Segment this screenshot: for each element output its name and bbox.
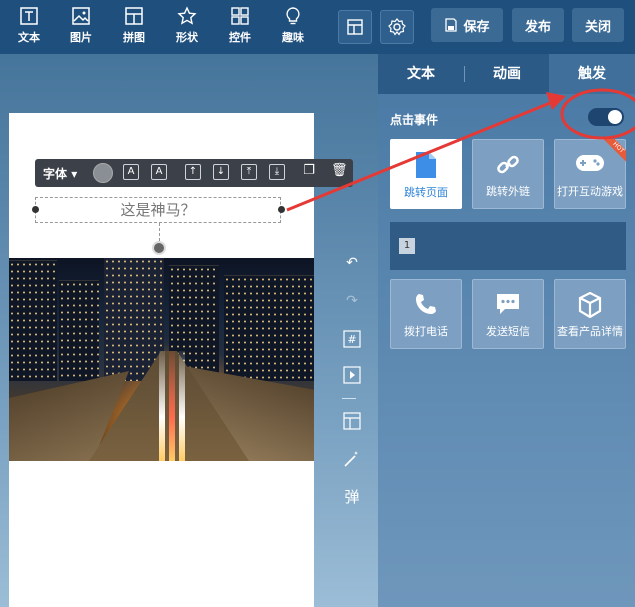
action-open-game[interactable]: HOT 打开互动游戏 [554, 139, 626, 209]
side-divider [342, 398, 356, 399]
action-label: 拨打电话 [404, 325, 448, 338]
undo-icon[interactable]: ↶ [342, 255, 362, 275]
tool-label: 拼图 [123, 31, 145, 44]
magic-wand-icon[interactable] [342, 449, 362, 469]
bulb-icon [286, 7, 300, 25]
action-label: 查看产品详情 [557, 325, 623, 338]
box-icon [578, 292, 602, 318]
page-select-box[interactable]: 1 [390, 222, 626, 270]
svg-text:#: # [347, 333, 356, 346]
action-label: 发送短信 [486, 325, 530, 338]
tab-animation[interactable]: 动画 [465, 54, 549, 94]
action-label: 打开互动游戏 [557, 185, 623, 198]
resize-handle-right[interactable] [278, 206, 285, 213]
tool-image[interactable]: 图片 [60, 4, 102, 50]
action-label: 跳转外链 [486, 185, 530, 198]
publish-label: 发布 [524, 19, 551, 35]
text-icon [20, 7, 38, 25]
align-top-icon[interactable]: ↑ [185, 164, 201, 180]
template-icon[interactable] [342, 412, 362, 432]
rotate-connector [159, 223, 161, 241]
preview-icon[interactable] [342, 366, 362, 386]
tool-text[interactable]: 文本 [8, 4, 50, 50]
font-dropdown[interactable]: 字体 ▾ [43, 165, 77, 182]
align-bottom-icon[interactable]: ↓ [213, 164, 229, 180]
save-button[interactable]: 保存 [431, 8, 503, 42]
close-button[interactable]: 关闭 [572, 8, 624, 42]
tool-widgets[interactable]: 控件 [219, 4, 261, 50]
action-call[interactable]: 拨打电话 [390, 279, 462, 349]
top-toolbar: 文本 图片 拼图 形状 控件 趣味 保存 发布 关闭 [0, 0, 635, 54]
textbox-text: 这是神马？ [120, 201, 196, 219]
trash-icon[interactable]: 🗑 [331, 164, 348, 180]
phone-icon [416, 294, 436, 314]
page-number[interactable]: 1 [399, 238, 415, 254]
page-icon [416, 152, 436, 178]
danmaku-tool[interactable]: 弹 [342, 486, 362, 506]
settings-button[interactable] [380, 10, 414, 44]
selected-textbox[interactable]: 这是神马？ [35, 197, 281, 223]
layout-icon [347, 19, 363, 35]
action-external-link[interactable]: 跳转外链 [472, 139, 544, 209]
font-size-up-button[interactable]: A [151, 164, 167, 180]
text-format-toolbar: 字体 ▾ A A ↑ ↓ ⤒ ⤓ ❐ 🗑 [35, 159, 353, 187]
gear-icon [388, 18, 406, 36]
send-back-icon[interactable]: ⤓ [269, 164, 285, 180]
tab-text[interactable]: 文本 [378, 54, 464, 94]
font-size-down-button[interactable]: A [123, 164, 139, 180]
tool-fun[interactable]: 趣味 [272, 4, 314, 50]
font-color-picker[interactable] [93, 163, 113, 183]
gamepad-icon [576, 155, 604, 171]
tool-label: 趣味 [282, 31, 304, 44]
save-label: 保存 [463, 19, 490, 35]
image-icon [72, 7, 90, 25]
tab-label: 触发 [578, 66, 606, 82]
city-photo[interactable] [9, 258, 314, 461]
tool-collage[interactable]: 拼图 [113, 4, 155, 50]
action-jump-page[interactable]: 跳转页面 [390, 139, 462, 209]
star-icon [177, 6, 197, 25]
font-label: 字体 [43, 167, 68, 181]
action-product-detail[interactable]: 查看产品详情 [554, 279, 626, 349]
sms-icon [497, 294, 519, 314]
layout-button[interactable] [338, 10, 372, 44]
collage-icon [125, 7, 143, 25]
tool-label: 图片 [70, 31, 92, 44]
tool-label: 控件 [229, 31, 251, 44]
redo-icon[interactable]: ↷ [342, 293, 362, 313]
grid-icon[interactable]: # [342, 330, 362, 350]
panel-tabs: 文本 动画 触发 [378, 54, 635, 94]
action-sms[interactable]: 发送短信 [472, 279, 544, 349]
rotate-handle[interactable] [152, 241, 166, 255]
action-label: 跳转页面 [404, 186, 448, 199]
toggle-knob [608, 110, 622, 124]
publish-button[interactable]: 发布 [512, 8, 564, 42]
copy-icon[interactable]: ❐ [301, 164, 317, 180]
tool-label: 形状 [176, 31, 198, 44]
click-event-label: 点击事件 [390, 113, 439, 127]
link-icon [497, 155, 519, 174]
tool-shape[interactable]: 形状 [166, 4, 208, 50]
widgets-icon [231, 7, 249, 25]
tool-label: 文本 [18, 31, 40, 44]
click-event-toggle[interactable] [588, 108, 624, 126]
tab-label: 动画 [493, 66, 521, 82]
tab-trigger[interactable]: 触发 [549, 54, 635, 94]
danmaku-label: 弹 [344, 488, 360, 506]
bring-front-icon[interactable]: ⤒ [241, 164, 257, 180]
save-icon [445, 18, 458, 32]
resize-handle-left[interactable] [32, 206, 39, 213]
tab-label: 文本 [407, 66, 435, 82]
close-label: 关闭 [584, 19, 611, 35]
